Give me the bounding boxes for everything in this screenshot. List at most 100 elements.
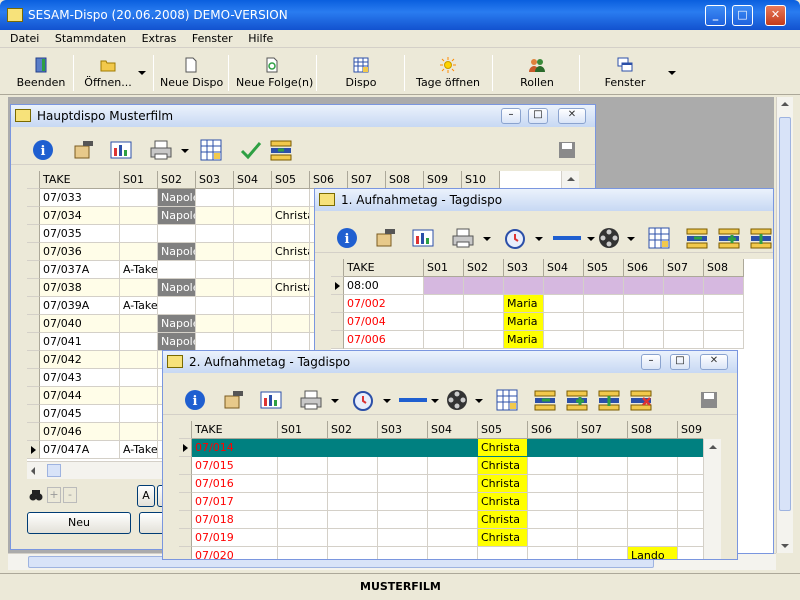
win1-cell-s02[interactable]: Napoleon xyxy=(158,333,196,351)
win2-col-header[interactable]: S03 xyxy=(504,259,544,277)
maximize-button[interactable]: □ xyxy=(732,5,753,26)
win2-cell-s03[interactable] xyxy=(504,277,544,295)
win2-cell-s05[interactable] xyxy=(584,331,624,349)
printer-icon[interactable] xyxy=(149,138,173,162)
win3-table-row[interactable]: 07/017 Christa xyxy=(179,493,703,511)
win2-cell-s07[interactable] xyxy=(664,313,704,331)
win2-row-selector[interactable] xyxy=(331,277,344,295)
win3-cell-s03[interactable] xyxy=(378,475,428,493)
win1-cell-take[interactable]: 07/037A xyxy=(40,261,120,279)
win3-cell-take[interactable]: 07/019 xyxy=(192,529,278,547)
table-grid-icon[interactable] xyxy=(199,138,223,162)
win1-cell-s01[interactable] xyxy=(120,207,158,225)
win1-cell-s04[interactable] xyxy=(234,261,272,279)
win3-cell-s07[interactable] xyxy=(578,529,628,547)
win1-cell-s03[interactable] xyxy=(196,279,234,297)
win3-cell-s06[interactable] xyxy=(528,457,578,475)
win2-cell-s08[interactable] xyxy=(704,295,744,313)
win3-cell-s09[interactable] xyxy=(678,475,703,493)
move-row-down-icon[interactable] xyxy=(597,388,621,412)
win1-col-header[interactable]: S01 xyxy=(120,171,158,189)
win1-row-selector[interactable] xyxy=(27,405,40,423)
report-chart-icon[interactable] xyxy=(259,388,283,412)
win1-row-selector[interactable] xyxy=(27,315,40,333)
win1-cell-s01[interactable] xyxy=(120,423,158,441)
win3-cell-s07[interactable] xyxy=(578,475,628,493)
win2-cell-take[interactable]: 07/006 xyxy=(344,331,424,349)
win1-cell-take[interactable]: 07/041 xyxy=(40,333,120,351)
win3-cell-s01[interactable] xyxy=(278,475,328,493)
win1-row-selector[interactable] xyxy=(27,189,40,207)
win1-cell-s05[interactable] xyxy=(272,315,310,333)
win1-cell-take[interactable]: 07/046 xyxy=(40,423,120,441)
win2-row-selector[interactable] xyxy=(331,313,344,331)
win3-table-row[interactable]: 07/015 Christa xyxy=(179,457,703,475)
win2-cell-s04[interactable] xyxy=(544,277,584,295)
hauptdispo-minimize-button[interactable]: – xyxy=(501,108,521,124)
win1-row-selector[interactable] xyxy=(27,207,40,225)
win1-cell-s01[interactable]: A-Take xyxy=(120,441,158,459)
win3-cell-s01[interactable] xyxy=(278,439,328,457)
printer-icon[interactable] xyxy=(299,388,323,412)
hscroll-thumb[interactable] xyxy=(47,464,61,477)
win3-cell-s03[interactable] xyxy=(378,529,428,547)
report-chart-icon[interactable] xyxy=(411,226,435,250)
win2-table-row[interactable]: 07/006 Maria xyxy=(331,331,773,349)
add-row-icon[interactable] xyxy=(565,388,589,412)
aufnahmetag2-minimize-button[interactable]: – xyxy=(641,354,661,370)
win3-cell-s05[interactable] xyxy=(478,547,528,559)
menu-datei[interactable]: Datei xyxy=(0,30,45,48)
win1-row-selector[interactable] xyxy=(27,297,40,315)
info-icon[interactable]: i xyxy=(31,138,55,162)
win1-cell-s01[interactable] xyxy=(120,279,158,297)
win1-row-selector[interactable] xyxy=(27,387,40,405)
fenster-dropdown-arrow-icon[interactable] xyxy=(668,71,676,75)
win1-cell-take[interactable]: 07/043 xyxy=(40,369,120,387)
win3-cell-take[interactable]: 07/018 xyxy=(192,511,278,529)
win1-cell-s01[interactable] xyxy=(120,351,158,369)
line-separator-icon[interactable] xyxy=(551,226,583,250)
win3-row-selector[interactable] xyxy=(179,511,192,529)
win2-cell-s04[interactable] xyxy=(544,331,584,349)
win1-cell-s03[interactable] xyxy=(196,243,234,261)
delete-row-icon[interactable] xyxy=(629,388,653,412)
win3-cell-s08[interactable]: Lando xyxy=(628,547,678,559)
win3-cell-s05[interactable]: Christa xyxy=(478,511,528,529)
win1-cell-s04[interactable] xyxy=(234,207,272,225)
win1-cell-s01[interactable] xyxy=(120,369,158,387)
win1-cell-take[interactable]: 07/033 xyxy=(40,189,120,207)
win3-cell-s06[interactable] xyxy=(528,529,578,547)
clock-dropdown-arrow-icon[interactable] xyxy=(383,399,391,403)
win1-cell-take[interactable]: 07/038 xyxy=(40,279,120,297)
win2-col-header[interactable]: S08 xyxy=(704,259,744,277)
table-grid-icon[interactable] xyxy=(495,388,519,412)
win3-cell-s08[interactable] xyxy=(628,511,678,529)
win2-col-header[interactable]: S01 xyxy=(424,259,464,277)
add-row-icon[interactable] xyxy=(717,226,741,250)
win1-cell-s04[interactable] xyxy=(234,333,272,351)
win2-cell-s02[interactable] xyxy=(464,313,504,331)
win3-table-row[interactable]: 07/016 Christa xyxy=(179,475,703,493)
table-grid-icon[interactable] xyxy=(647,226,671,250)
win2-cell-s07[interactable] xyxy=(664,331,704,349)
win2-cell-s06[interactable] xyxy=(624,295,664,313)
win1-row-selector[interactable] xyxy=(27,351,40,369)
win1-row-selector[interactable] xyxy=(27,279,40,297)
print-dropdown-arrow-icon[interactable] xyxy=(331,399,339,403)
move-row-down-icon[interactable] xyxy=(749,226,773,250)
win1-row-selector[interactable] xyxy=(27,369,40,387)
win2-table-row[interactable]: 07/004 Maria xyxy=(331,313,773,331)
win2-cell-s01[interactable] xyxy=(424,331,464,349)
aufnahmetag2-grid-scrollbar[interactable] xyxy=(703,439,721,559)
binoculars-icon[interactable] xyxy=(29,488,43,502)
win3-cell-s08[interactable] xyxy=(628,457,678,475)
win1-cell-s02[interactable]: Napoleon xyxy=(158,315,196,333)
win2-cell-s04[interactable] xyxy=(544,295,584,313)
win1-cell-s01[interactable] xyxy=(120,387,158,405)
tage-oeffnen-button[interactable]: Tage öffnen xyxy=(415,53,481,93)
win1-row-selector[interactable] xyxy=(27,261,40,279)
win1-cell-take[interactable]: 07/047A xyxy=(40,441,120,459)
oeffnen-button[interactable]: Öffnen... xyxy=(82,53,134,93)
win3-cell-s02[interactable] xyxy=(328,439,378,457)
win3-row-selector[interactable] xyxy=(179,475,192,493)
